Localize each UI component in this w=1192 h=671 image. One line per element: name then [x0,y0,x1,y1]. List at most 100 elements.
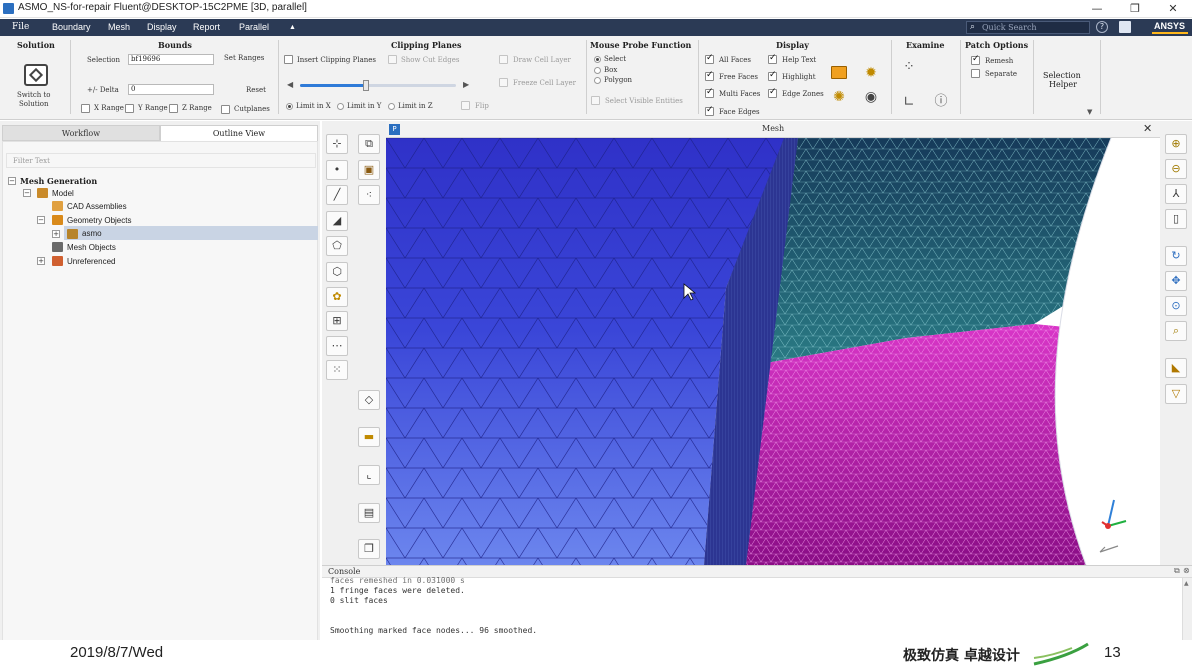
mesh-object-icon[interactable]: ⧉ [358,134,380,154]
ribbon-dropdown-icon[interactable]: ▼ [1087,108,1092,116]
display-options-icon[interactable] [831,66,847,79]
menu-boundary[interactable]: Boundary [52,20,91,35]
switch-to-solution-label[interactable]: Switch to [17,91,51,99]
close-viewport-button[interactable]: ✕ [1143,122,1152,135]
info-icon[interactable]: ⓘ [932,93,950,111]
selection-helper-button-2[interactable]: Helper [1049,80,1077,89]
mesh-viewport[interactable] [386,138,1160,565]
tree-expand-icon[interactable]: + [52,230,60,238]
pan-icon[interactable]: ✥ [1165,271,1187,291]
freeze-cell-layer-checkbox[interactable] [499,78,508,87]
help-text-checkbox[interactable] [768,53,777,64]
help-icon[interactable]: ? [1096,21,1108,33]
probe-box-radio[interactable] [594,67,601,74]
menu-display[interactable]: Display [147,20,177,35]
tree-collapse-icon[interactable]: − [23,189,31,197]
probe-icon[interactable]: ◣ [1165,358,1187,378]
tree-expand-icon[interactable]: + [37,257,45,265]
node-grid-icon[interactable]: ⁙ [326,360,348,380]
face-filter-icon[interactable]: ◢ [326,211,348,231]
minimize-button[interactable]: — [1084,1,1110,17]
tree-mesh-objects[interactable]: Mesh Objects [67,241,116,254]
close-window-button[interactable]: ✕ [1160,1,1186,17]
limit-y-radio[interactable] [337,103,344,110]
rotate-icon[interactable]: ↻ [1165,246,1187,266]
eye-icon[interactable]: ◉ [862,88,880,106]
page-view-icon[interactable]: ▯ [1165,209,1187,229]
quick-search-input[interactable]: ⌕ Quick Search [966,21,1090,34]
object-filter-icon[interactable]: ⊞ [326,311,348,331]
probe-select-radio[interactable] [594,56,601,63]
filter-icon[interactable]: ▽ [1165,384,1187,404]
flip-checkbox[interactable] [461,101,470,110]
limit-x-radio[interactable] [286,103,293,110]
cube-icon[interactable]: ▣ [358,160,380,180]
console-restore-icon[interactable]: ⧉ [1174,566,1180,576]
filter-text-input[interactable]: Filter Text [6,153,316,168]
free-faces-checkbox[interactable] [705,70,714,81]
zoom-box-icon[interactable]: ⊙ [1165,296,1187,316]
clipping-slider-thumb[interactable] [362,80,369,91]
zone-filter-icon[interactable]: ✿ [326,287,348,307]
tree-asmo[interactable]: asmo [82,227,102,240]
reset-button[interactable]: Reset [246,86,266,94]
restore-button[interactable]: ❐ [1122,1,1148,17]
magnify-icon[interactable]: ⌕ [1165,321,1187,341]
remesh-checkbox[interactable] [971,54,980,65]
report-icon[interactable]: ▤ [358,503,380,523]
lights-icon[interactable]: ✹ [862,64,880,82]
scatter-icon[interactable]: ⁖ [358,185,380,205]
selection-helper-button[interactable]: Selection [1043,71,1081,80]
switch-to-solution-icon[interactable] [24,64,48,86]
zoom-out-icon[interactable]: ⊖ [1165,159,1187,179]
examine-angle-icon[interactable]: ∟ [900,93,918,111]
tree-unreferenced[interactable]: Unreferenced [67,255,115,268]
sun-icon[interactable]: ✺ [830,88,848,106]
node-filter-icon[interactable]: • [326,160,348,180]
select-visible-entities-checkbox[interactable] [591,96,600,105]
layout-icon[interactable] [1119,21,1131,33]
selection-field[interactable]: bf19696 [128,54,214,65]
tab-outline-view[interactable]: Outline View [160,125,318,141]
copy-icon[interactable]: ❐ [358,539,380,559]
menu-mesh[interactable]: Mesh [108,20,130,35]
tree-collapse-icon[interactable]: − [37,216,45,224]
pointer-filter-icon[interactable]: ⊹ [326,134,348,154]
set-ranges-button[interactable]: Set Ranges [224,54,264,62]
menu-report[interactable]: Report [193,20,220,35]
console-close-icon[interactable]: ⊗ [1183,566,1190,575]
separate-checkbox[interactable] [971,69,980,78]
clipping-slider[interactable] [300,80,456,91]
cell-filter-icon[interactable]: ⬡ [326,262,348,282]
edge-filter-icon[interactable]: ╱ [326,185,348,205]
all-faces-checkbox[interactable] [705,53,714,64]
slider-left-arrow[interactable]: ◀ [287,80,293,89]
z-range-checkbox[interactable] [169,104,178,113]
menu-file[interactable]: File [12,20,29,35]
show-cut-edges-checkbox[interactable] [388,55,397,64]
y-range-checkbox[interactable] [125,104,134,113]
menu-parallel[interactable]: Parallel [239,20,269,35]
tree-model[interactable]: Model [52,187,74,200]
multi-faces-checkbox[interactable] [705,87,714,98]
insert-clipping-planes-checkbox[interactable] [284,55,293,64]
x-range-checkbox[interactable] [81,104,90,113]
edge-zones-checkbox[interactable] [768,87,777,98]
probe-polygon-radio[interactable] [594,77,601,84]
collapse-ribbon-button[interactable]: ▲ [289,20,296,35]
face-edges-checkbox[interactable] [705,105,714,116]
tree-cad-assemblies[interactable]: CAD Assemblies [67,200,127,213]
examine-nodes-icon[interactable]: ⁘ [900,58,918,76]
draw-cell-layer-checkbox[interactable] [499,55,508,64]
highlight-checkbox[interactable] [768,70,777,81]
plot-icon[interactable]: ⌞ [358,465,380,485]
axes-view-icon[interactable]: ⅄ [1165,184,1187,204]
face-select-icon[interactable]: ⬠ [326,236,348,256]
zoom-in-icon[interactable]: ⊕ [1165,134,1187,154]
limit-z-radio[interactable] [388,103,395,110]
tool-icon[interactable]: ▬ [358,427,380,447]
tab-workflow[interactable]: Workflow [2,125,160,141]
delta-field[interactable]: 0 [128,84,214,95]
slider-right-arrow[interactable]: ▶ [463,80,469,89]
cutplanes-checkbox[interactable] [221,105,230,114]
